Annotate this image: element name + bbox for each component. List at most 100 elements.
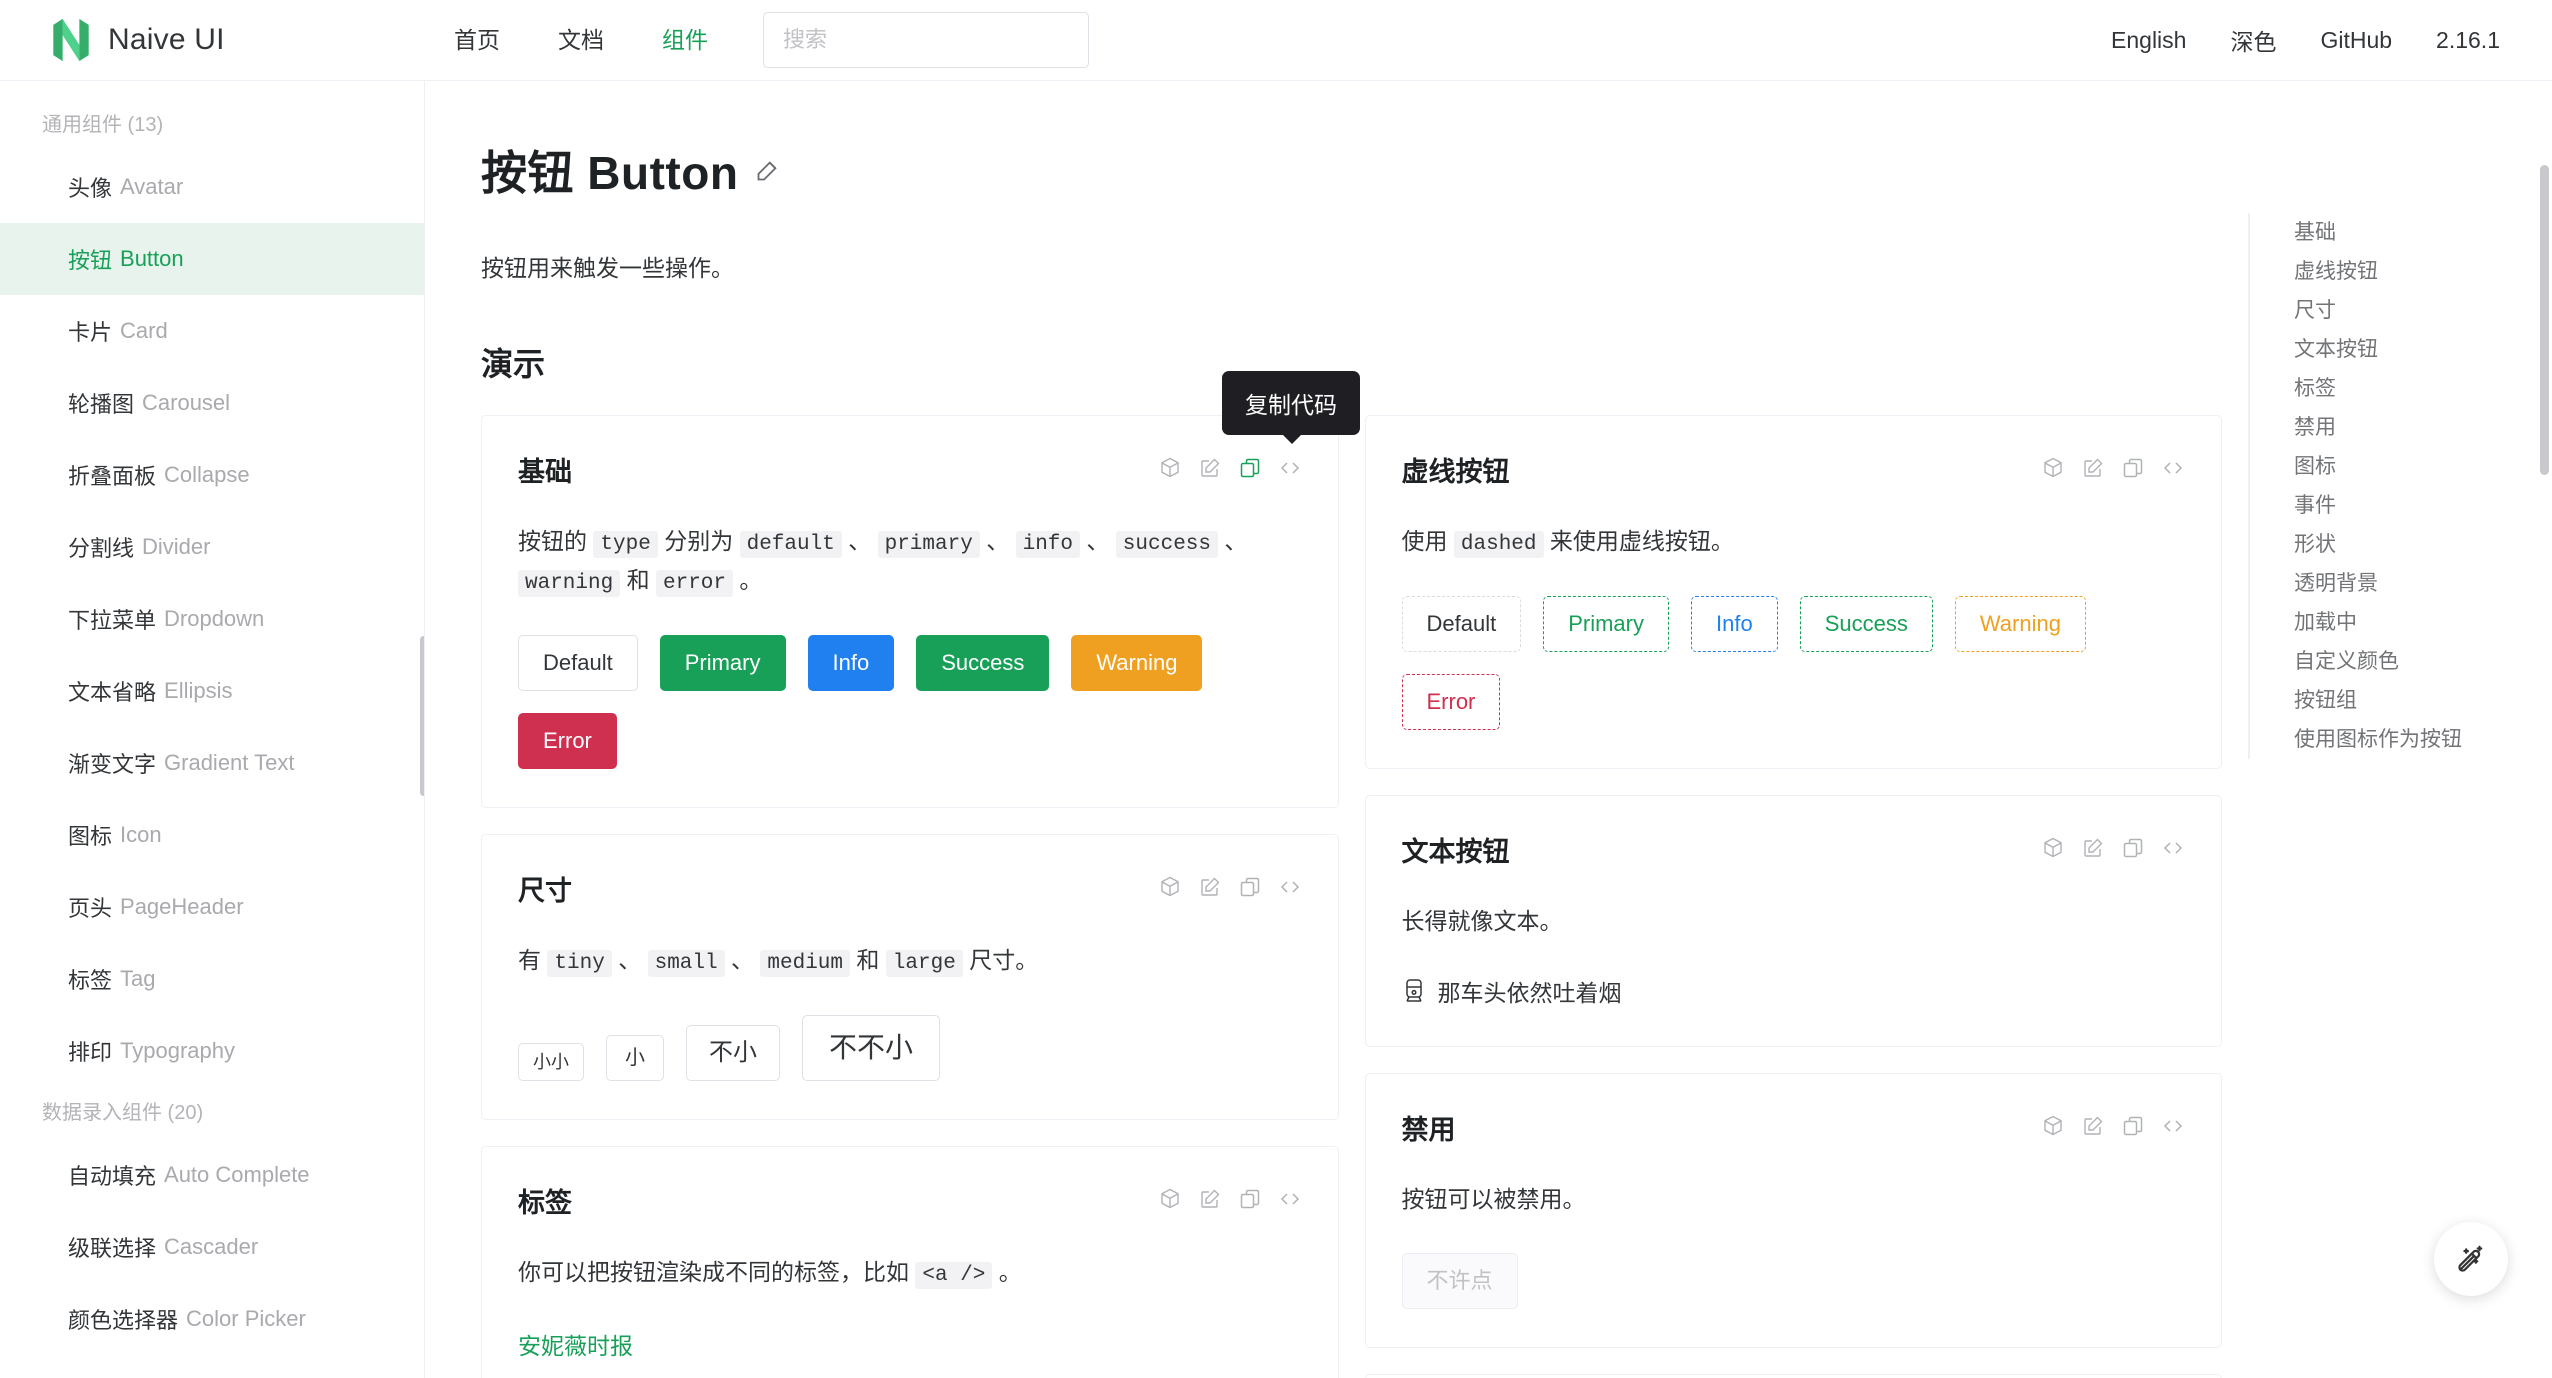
card-head: 文本按钮 [1402, 830, 2186, 869]
edit-square-icon[interactable] [2081, 456, 2105, 480]
copy-icon[interactable] [2121, 836, 2145, 860]
toc-item-loading[interactable]: 加载中 [2294, 603, 2498, 642]
page-scrollbar[interactable] [2540, 165, 2549, 475]
toc-item-basic[interactable]: 基础 [2294, 213, 2498, 252]
page-description: 按钮用来触发一些操作。 [481, 255, 734, 281]
magic-wand-fab[interactable] [2434, 1222, 2508, 1296]
sidebar-item-carousel[interactable]: 轮播图 Carousel [0, 367, 424, 439]
sidebar-item-cascader[interactable]: 级联选择 Cascader [0, 1211, 424, 1283]
sidebar-item-gradient-text[interactable]: 渐变文字 Gradient Text [0, 727, 424, 799]
sidebar-item-icon[interactable]: 图标 Icon [0, 799, 424, 871]
sidebar-item-label-cn: 标签 [68, 968, 113, 993]
code-brackets-icon[interactable] [2161, 1114, 2185, 1138]
toc-item-dashed[interactable]: 虚线按钮 [2294, 252, 2498, 291]
button-size-large[interactable]: 不不小 [802, 1015, 941, 1082]
anchor-button-link[interactable]: 安妮薇时报 [518, 1327, 633, 1361]
nav-item-docs[interactable]: 文档 [529, 0, 633, 81]
toc-item-custom-color[interactable]: 自定义颜色 [2294, 642, 2498, 681]
codesandbox-icon[interactable] [1158, 1187, 1182, 1211]
codesandbox-icon[interactable] [2041, 1114, 2065, 1138]
desc-text: 和 [850, 947, 886, 974]
toc-item-button-group[interactable]: 按钮组 [2294, 681, 2498, 720]
sidebar-item-auto-complete[interactable]: 自动填充 Auto Complete [0, 1139, 424, 1211]
edit-square-icon[interactable] [2081, 1114, 2105, 1138]
card-actions [2041, 1108, 2185, 1138]
sidebar-item-card[interactable]: 卡片 Card [0, 295, 424, 367]
language-toggle[interactable]: English [2089, 27, 2208, 54]
desc-code: info [1015, 531, 1081, 558]
dashed-button-primary[interactable]: Primary [1543, 596, 1669, 653]
search-box[interactable] [763, 12, 1089, 68]
button-size-medium[interactable]: 不小 [686, 1025, 780, 1082]
copy-icon[interactable] [1238, 456, 1262, 480]
github-link[interactable]: GitHub [2298, 27, 2414, 54]
toc-item-disabled[interactable]: 禁用 [2294, 408, 2498, 447]
code-brackets-icon[interactable] [1278, 1187, 1302, 1211]
dashed-button-info[interactable]: Info [1691, 596, 1778, 653]
demo-card-disabled: 禁用 按钮可以被禁用。 不许点 [1364, 1073, 2222, 1348]
sidebar-item-avatar[interactable]: 头像 Avatar [0, 151, 424, 223]
edit-square-icon[interactable] [1198, 1187, 1222, 1211]
desc-text: 、 [1218, 528, 1248, 554]
sidebar-item-divider[interactable]: 分割线 Divider [0, 511, 424, 583]
button-primary[interactable]: Primary [659, 635, 786, 692]
dashed-button-error[interactable]: Error [1401, 674, 1501, 731]
sidebar-item-label-en: Avatar [120, 174, 184, 199]
code-brackets-icon[interactable] [1278, 456, 1302, 480]
sidebar-item-tag[interactable]: 标签 Tag [0, 943, 424, 1015]
sidebar-item-button[interactable]: 按钮 Button [0, 223, 424, 295]
copy-icon[interactable] [1238, 875, 1262, 899]
button-size-small[interactable]: 小 [606, 1035, 664, 1082]
desc-code: large [885, 950, 963, 978]
button-success[interactable]: Success [916, 635, 1050, 692]
toc-item-text[interactable]: 文本按钮 [2294, 330, 2498, 369]
code-brackets-icon[interactable] [1278, 875, 1302, 899]
codesandbox-icon[interactable] [2041, 456, 2065, 480]
button-default[interactable]: Default [518, 635, 638, 692]
version-label[interactable]: 2.16.1 [2414, 27, 2500, 54]
toc-item-event[interactable]: 事件 [2294, 486, 2498, 525]
text-button[interactable]: 那车头依然吐着烟 [1402, 974, 1622, 1008]
main-content: 按钮 Button 按钮用来触发一些操作。 演示 基础 按钮的 type 分别为… [425, 81, 2552, 1378]
button-info[interactable]: Info [807, 635, 895, 692]
copy-icon[interactable] [1238, 1187, 1262, 1211]
sidebar-group-title-data-entry: 数据录入组件 (20) [42, 1102, 204, 1124]
code-brackets-icon[interactable] [2161, 836, 2185, 860]
desc-text: 、 [841, 528, 878, 554]
dashed-button-default[interactable]: Default [1401, 596, 1522, 653]
toc-item-shape[interactable]: 形状 [2294, 525, 2498, 564]
code-brackets-icon[interactable] [2161, 456, 2185, 480]
edit-square-icon[interactable] [1198, 875, 1222, 899]
desc-text: 、 [1080, 528, 1116, 554]
copy-icon[interactable] [2121, 456, 2145, 480]
sidebar-item-color-picker[interactable]: 颜色选择器 Color Picker [0, 1283, 424, 1355]
edit-icon[interactable] [754, 157, 781, 184]
edit-square-icon[interactable] [2081, 836, 2105, 860]
button-size-tiny[interactable]: 小小 [518, 1043, 584, 1082]
sidebar-item-pageheader[interactable]: 页头 PageHeader [0, 871, 424, 943]
toc-item-tag[interactable]: 标签 [2294, 369, 2498, 408]
nav-item-home[interactable]: 首页 [425, 0, 529, 81]
nav-item-components[interactable]: 组件 [633, 0, 737, 81]
toc-item-icon-button[interactable]: 使用图标作为按钮 [2294, 720, 2498, 759]
sidebar-item-collapse[interactable]: 折叠面板 Collapse [0, 439, 424, 511]
dashed-button-success[interactable]: Success [1799, 596, 1933, 653]
toc-item-ghost[interactable]: 透明背景 [2294, 564, 2498, 603]
sidebar-item-ellipsis[interactable]: 文本省略 Ellipsis [0, 655, 424, 727]
dashed-button-warning[interactable]: Warning [1954, 596, 2086, 653]
search-input[interactable] [783, 27, 1069, 53]
sidebar-item-dropdown[interactable]: 下拉菜单 Dropdown [0, 583, 424, 655]
theme-toggle[interactable]: 深色 [2208, 23, 2298, 57]
brand[interactable]: Naive UI [0, 19, 425, 61]
codesandbox-icon[interactable] [1158, 875, 1182, 899]
codesandbox-icon[interactable] [1158, 456, 1182, 480]
copy-icon[interactable] [2121, 1114, 2145, 1138]
desc-text: 尺寸。 [962, 947, 1039, 974]
button-warning[interactable]: Warning [1071, 635, 1203, 692]
toc-item-icon[interactable]: 图标 [2294, 447, 2498, 486]
toc-item-size[interactable]: 尺寸 [2294, 291, 2498, 330]
sidebar-item-typography[interactable]: 排印 Typography [0, 1015, 424, 1087]
edit-square-icon[interactable] [1198, 456, 1222, 480]
button-error[interactable]: Error [518, 713, 617, 770]
codesandbox-icon[interactable] [2041, 836, 2065, 860]
